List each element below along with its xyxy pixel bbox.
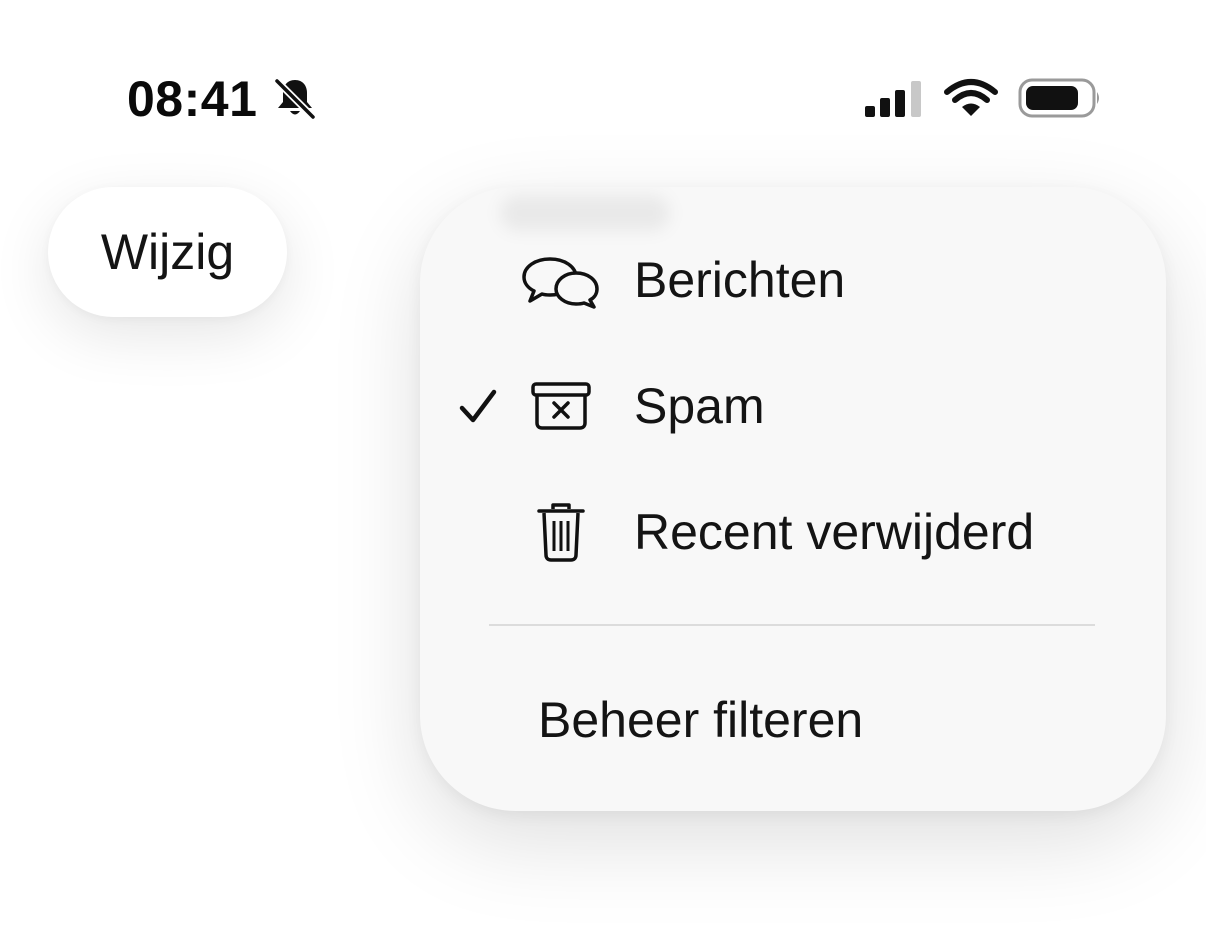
cellular-signal-icon [865,81,921,117]
edit-button[interactable]: Wijzig [48,187,287,317]
trash-icon [537,503,585,562]
menu-item-spam[interactable]: Spam [420,351,1166,461]
menu-item-recent-verwijderd[interactable]: Recent verwijderd [420,477,1166,587]
filter-menu: Berichten Spam Recent verwijderd Beheer … [420,187,1166,811]
menu-item-label: Recent verwijderd [634,504,1035,560]
manage-filters-label: Beheer filteren [538,692,864,748]
menu-item-label: Berichten [634,252,846,308]
menu-item-label: Spam [634,378,765,434]
chat-bubbles-icon [522,257,599,309]
battery-icon [1018,78,1099,118]
manage-filters-item[interactable]: Beheer filteren [420,665,1166,775]
bell-slash-icon [273,77,317,120]
wifi-icon [944,79,998,116]
checkmark-icon [459,389,497,423]
menu-item-berichten[interactable]: Berichten [420,225,1166,335]
menu-separator [489,624,1095,626]
status-time: 08:41 [127,71,258,127]
junk-bin-icon [531,382,591,430]
screen: 08:41 Wijzig Berichten Spam Recent verwi… [0,0,1206,940]
